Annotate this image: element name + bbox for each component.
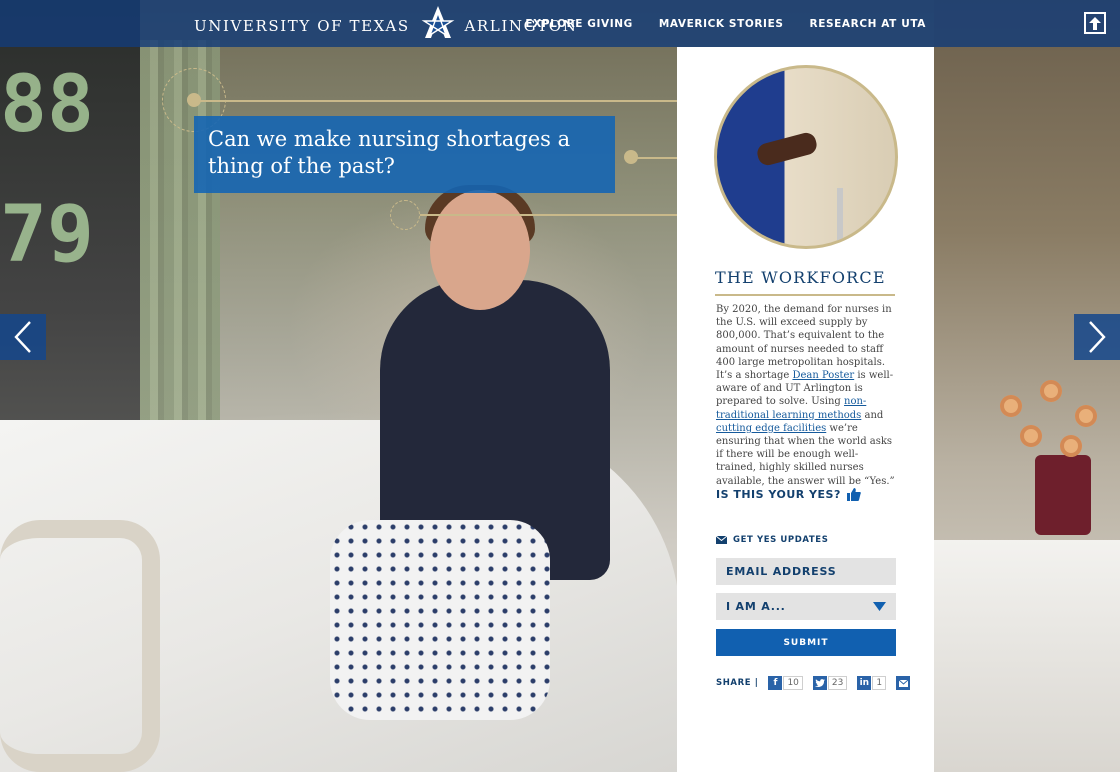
flower bbox=[1040, 380, 1062, 402]
updates-label: GET YES UPDATES bbox=[733, 535, 829, 545]
monitor-reading: 79 bbox=[0, 190, 94, 280]
is-this-your-yes-link[interactable]: IS THIS YOUR YES? bbox=[716, 488, 861, 501]
role-select[interactable]: I AM A... bbox=[716, 593, 896, 620]
bed-rail bbox=[0, 520, 160, 772]
twitter-icon bbox=[812, 676, 827, 690]
chevron-left-icon bbox=[14, 321, 31, 353]
hotspot-ring[interactable] bbox=[390, 200, 420, 230]
question-callout: Can we make nursing shortages a thing of… bbox=[194, 116, 615, 193]
scroll-top-button[interactable] bbox=[1084, 12, 1106, 34]
counter bbox=[934, 540, 1120, 772]
email-share-icon bbox=[896, 676, 911, 690]
link-dean-poster[interactable]: Dean Poster bbox=[792, 370, 854, 381]
story-body: By 2020, the demand for nurses in the U.… bbox=[716, 303, 896, 488]
share-twitter[interactable]: 23 bbox=[812, 676, 848, 690]
flower bbox=[1060, 435, 1082, 457]
facebook-icon: f bbox=[768, 676, 783, 690]
university-logo[interactable]: UNIVERSITY OF TEXAS ARLINGTON bbox=[194, 6, 577, 39]
facebook-count: 10 bbox=[783, 676, 803, 690]
flower bbox=[1075, 405, 1097, 427]
submit-button[interactable]: SUBMIT bbox=[716, 629, 896, 656]
body-text-3: and bbox=[861, 409, 884, 421]
link-facilities[interactable]: cutting edge facilities bbox=[716, 423, 826, 434]
flower bbox=[1000, 395, 1022, 417]
yes-updates-heading: GET YES UPDATES bbox=[716, 535, 828, 545]
logo-text-left: UNIVERSITY OF TEXAS bbox=[194, 17, 410, 35]
star-a-logo-icon bbox=[421, 6, 455, 38]
previous-slide-button[interactable] bbox=[0, 314, 46, 360]
share-label: SHARE | bbox=[716, 678, 759, 688]
share-facebook[interactable]: f 10 bbox=[768, 676, 803, 690]
arrow-up-icon bbox=[1089, 16, 1101, 30]
share-bar: SHARE | f 10 23 in 1 bbox=[716, 676, 911, 690]
flower bbox=[1020, 425, 1042, 447]
envelope-icon bbox=[716, 536, 727, 544]
nurse-head bbox=[430, 190, 530, 310]
email-input[interactable] bbox=[716, 558, 896, 585]
section-title: THE WORKFORCE bbox=[715, 268, 886, 287]
title-divider bbox=[715, 294, 895, 296]
linkedin-icon: in bbox=[857, 676, 872, 690]
triangle-down-icon bbox=[873, 602, 886, 611]
monitor-reading: 88 bbox=[0, 60, 94, 150]
hotspot-dot[interactable] bbox=[187, 93, 201, 107]
chevron-right-icon bbox=[1089, 321, 1106, 353]
connector-line bbox=[200, 100, 720, 102]
linkedin-count: 1 bbox=[872, 676, 887, 690]
thumbs-up-icon bbox=[846, 488, 861, 501]
role-select-label: I AM A... bbox=[726, 600, 786, 613]
nav-explore-giving[interactable]: EXPLORE GIVING bbox=[525, 18, 632, 30]
circle-photo bbox=[714, 65, 898, 249]
share-email[interactable] bbox=[896, 676, 911, 690]
twitter-count: 23 bbox=[827, 676, 848, 690]
question-text: Can we make nursing shortages a thing of… bbox=[208, 127, 571, 178]
connector-line bbox=[420, 214, 720, 216]
patient-gown bbox=[330, 520, 550, 720]
photo-walker bbox=[837, 188, 843, 246]
nav-research-at-uta[interactable]: RESEARCH AT UTA bbox=[810, 18, 926, 30]
yes-question-text: IS THIS YOUR YES? bbox=[716, 488, 841, 501]
top-navigation-bar: UNIVERSITY OF TEXAS ARLINGTON EXPLORE GI… bbox=[0, 0, 1120, 47]
share-linkedin[interactable]: in 1 bbox=[857, 676, 887, 690]
vase bbox=[1035, 455, 1091, 535]
main-nav: EXPLORE GIVING MAVERICK STORIES RESEARCH… bbox=[525, 0, 926, 47]
photo-arm bbox=[755, 130, 819, 168]
next-slide-button[interactable] bbox=[1074, 314, 1120, 360]
nav-maverick-stories[interactable]: MAVERICK STORIES bbox=[659, 18, 784, 30]
